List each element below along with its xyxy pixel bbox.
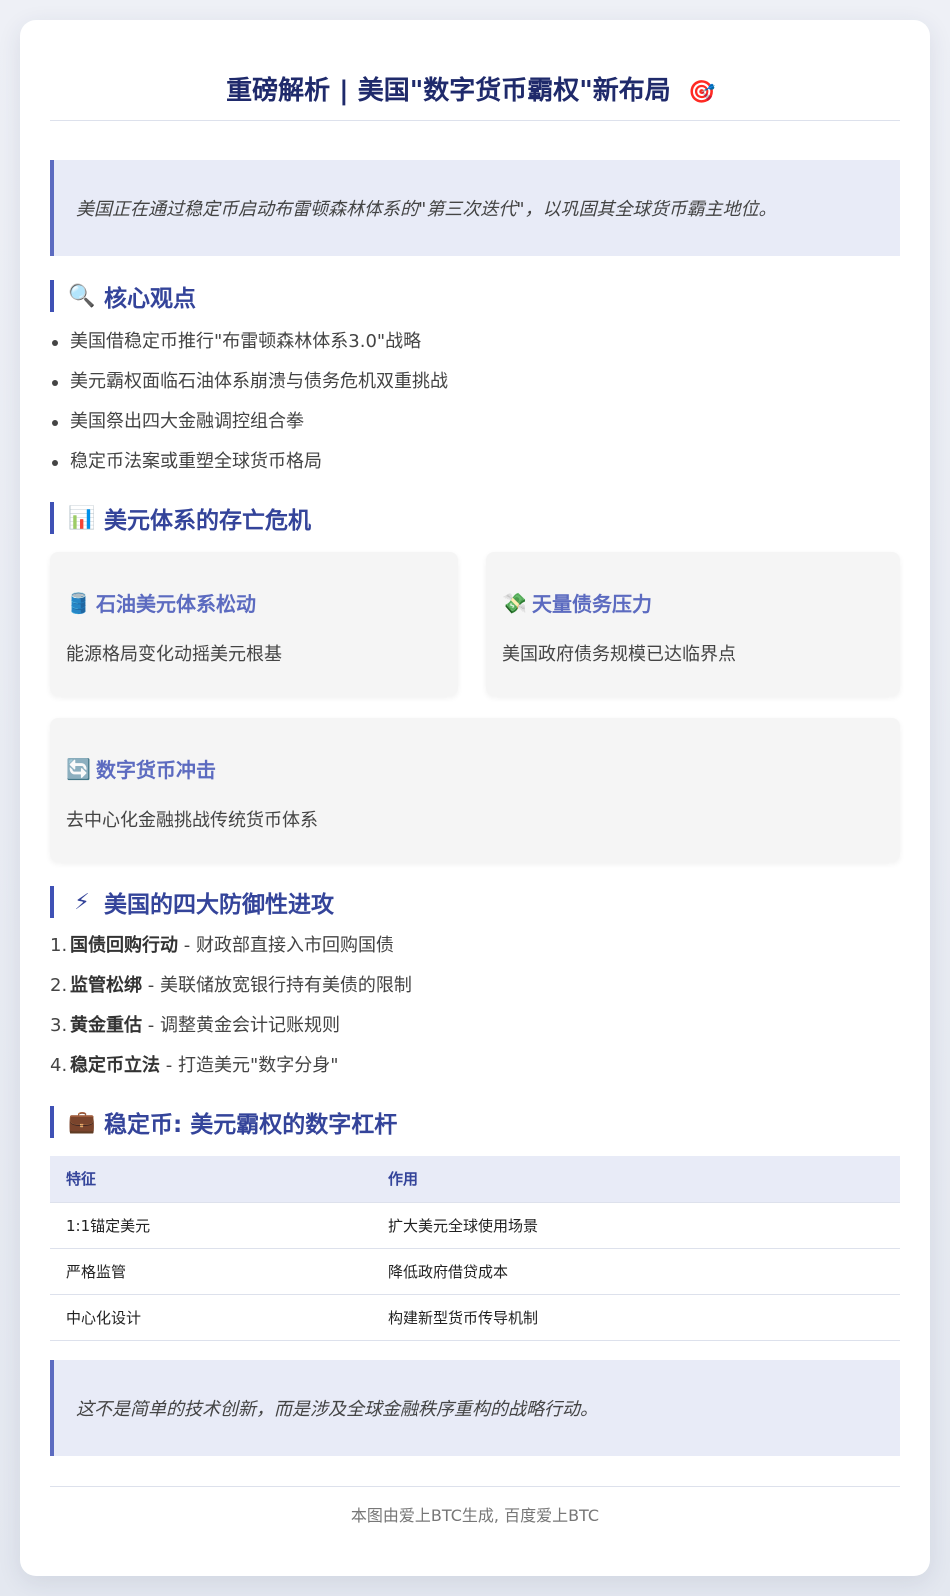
crisis-card-title: 🔄 数字货币冲击: [66, 754, 216, 783]
list-term: 监管松绑: [70, 975, 142, 996]
column-header-effect: 作用: [372, 1156, 900, 1203]
section-core-views-title: 🔍 核心观点: [50, 280, 900, 312]
crisis-card-debt: 💸 天量债务压力 美国政府债务规模已达临界点: [486, 552, 900, 696]
list-number: 3.: [50, 1015, 68, 1036]
section-stablecoin-label: 稳定币: 美元霸权的数字杠杆: [104, 1112, 398, 1138]
money-wings-icon: 💸: [502, 590, 527, 615]
intro-quote-text: 美国正在通过稳定币启动布雷顿森林体系的"第三次迭代"，以巩固其全球货币霸主地位。: [76, 199, 777, 220]
crisis-card-title: 🛢️ 石油美元体系松动: [66, 588, 256, 617]
column-header-feature: 特征: [50, 1156, 372, 1203]
page-title-text: 重磅解析 | 美国"数字货币霸权"新布局: [226, 76, 671, 106]
page-title: 重磅解析 | 美国"数字货币霸权"新布局 🎯: [50, 70, 900, 107]
list-desc: - 财政部直接入市回购国债: [178, 935, 394, 956]
footer-text: 本图由爱上BTC生成, 百度爱上BTC: [350, 1506, 600, 1525]
table-cell: 严格监管: [50, 1248, 372, 1295]
magnifier-icon: 🔍: [68, 283, 96, 309]
intro-quote: 美国正在通过稳定币启动布雷顿森林体系的"第三次迭代"，以巩固其全球货币霸主地位。: [50, 160, 900, 256]
article-card: 重磅解析 | 美国"数字货币霸权"新布局 🎯 美国正在通过稳定币启动布雷顿森林体…: [20, 20, 930, 1576]
crisis-card-desc: 能源格局变化动摇美元根基: [66, 644, 282, 665]
lightning-icon: ⚡: [74, 889, 90, 915]
table-cell: 中心化设计: [50, 1294, 372, 1341]
crisis-card-title-text: 石油美元体系松动: [96, 592, 256, 616]
list-number: 1.: [50, 935, 68, 956]
list-number: 2.: [50, 975, 68, 996]
list-item: 2. 监管松绑 - 美联储放宽银行持有美债的限制: [50, 966, 900, 1006]
list-term: 国债回购行动: [70, 935, 178, 956]
crisis-card-title: 💸 天量债务压力: [502, 588, 652, 617]
crisis-card-oil: 🛢️ 石油美元体系松动 能源格局变化动摇美元根基: [50, 552, 458, 696]
list-item: 美国祭出四大金融调控组合拳: [50, 402, 900, 442]
crisis-card-title-text: 数字货币冲击: [96, 758, 216, 782]
list-item: 4. 稳定币立法 - 打造美元"数字分身": [50, 1046, 900, 1086]
list-item: 美元霸权面临石油体系崩溃与债务危机双重挑战: [50, 362, 900, 402]
list-term: 稳定币立法: [70, 1055, 160, 1076]
briefcase-icon: 💼: [68, 1109, 96, 1135]
list-item: 稳定币法案或重塑全球货币格局: [50, 442, 900, 482]
list-desc: - 调整黄金会计记账规则: [142, 1015, 340, 1036]
table-row: 严格监管 降低政府借贷成本: [50, 1248, 900, 1295]
defense-list: 1. 国债回购行动 - 财政部直接入市回购国债 2. 监管松绑 - 美联储放宽银行持…: [50, 926, 900, 1086]
list-item: 3. 黄金重估 - 调整黄金会计记账规则: [50, 1006, 900, 1046]
conclusion-quote: 这不是简单的技术创新，而是涉及全球金融秩序重构的战略行动。: [50, 1360, 900, 1456]
stablecoin-table: 特征 作用 1:1锚定美元 扩大美元全球使用场景 严格监管 降低政府借贷成本 中…: [50, 1156, 900, 1341]
table-header-row: 特征 作用: [50, 1156, 900, 1203]
table-cell: 1:1锚定美元: [50, 1202, 372, 1249]
table-cell: 构建新型货币传导机制: [372, 1294, 900, 1341]
table-cell: 降低政府借贷成本: [372, 1248, 900, 1295]
section-crisis-title: 📊 美元体系的存亡危机: [50, 502, 900, 534]
section-core-views-label: 核心观点: [104, 286, 196, 312]
oil-barrel-icon: 🛢️: [66, 590, 91, 615]
table-cell: 扩大美元全球使用场景: [372, 1202, 900, 1249]
section-defense-label: 美国的四大防御性进攻: [104, 892, 334, 918]
table-row: 1:1锚定美元 扩大美元全球使用场景: [50, 1202, 900, 1249]
section-stablecoin-title: 💼 稳定币: 美元霸权的数字杠杆: [50, 1106, 900, 1138]
crisis-card-title-text: 天量债务压力: [532, 592, 652, 616]
section-crisis-label: 美元体系的存亡危机: [104, 508, 311, 534]
crisis-card-desc: 去中心化金融挑战传统货币体系: [66, 810, 318, 831]
table-row: 中心化设计 构建新型货币传导机制: [50, 1294, 900, 1341]
list-item: 美国借稳定币推行"布雷顿森林体系3.0"战略: [50, 322, 900, 362]
crisis-card-digital: 🔄 数字货币冲击 去中心化金融挑战传统货币体系: [50, 718, 900, 862]
list-item: 1. 国债回购行动 - 财政部直接入市回购国债: [50, 926, 900, 966]
list-term: 黄金重估: [70, 1015, 142, 1036]
conclusion-quote-text: 这不是简单的技术创新，而是涉及全球金融秩序重构的战略行动。: [76, 1399, 598, 1420]
list-desc: - 打造美元"数字分身": [160, 1055, 339, 1076]
target-icon: 🎯: [688, 80, 716, 105]
bar-chart-icon: 📊: [68, 505, 96, 531]
refresh-arrows-icon: 🔄: [66, 756, 91, 781]
footer-divider: [50, 1486, 900, 1487]
core-views-list: 美国借稳定币推行"布雷顿森林体系3.0"战略 美元霸权面临石油体系崩溃与债务危机…: [50, 322, 900, 482]
list-desc: - 美联储放宽银行持有美债的限制: [142, 975, 412, 996]
title-divider: [50, 120, 900, 121]
section-defense-title: ⚡ 美国的四大防御性进攻: [50, 886, 900, 918]
crisis-card-desc: 美国政府债务规模已达临界点: [502, 644, 736, 665]
list-number: 4.: [50, 1055, 68, 1076]
